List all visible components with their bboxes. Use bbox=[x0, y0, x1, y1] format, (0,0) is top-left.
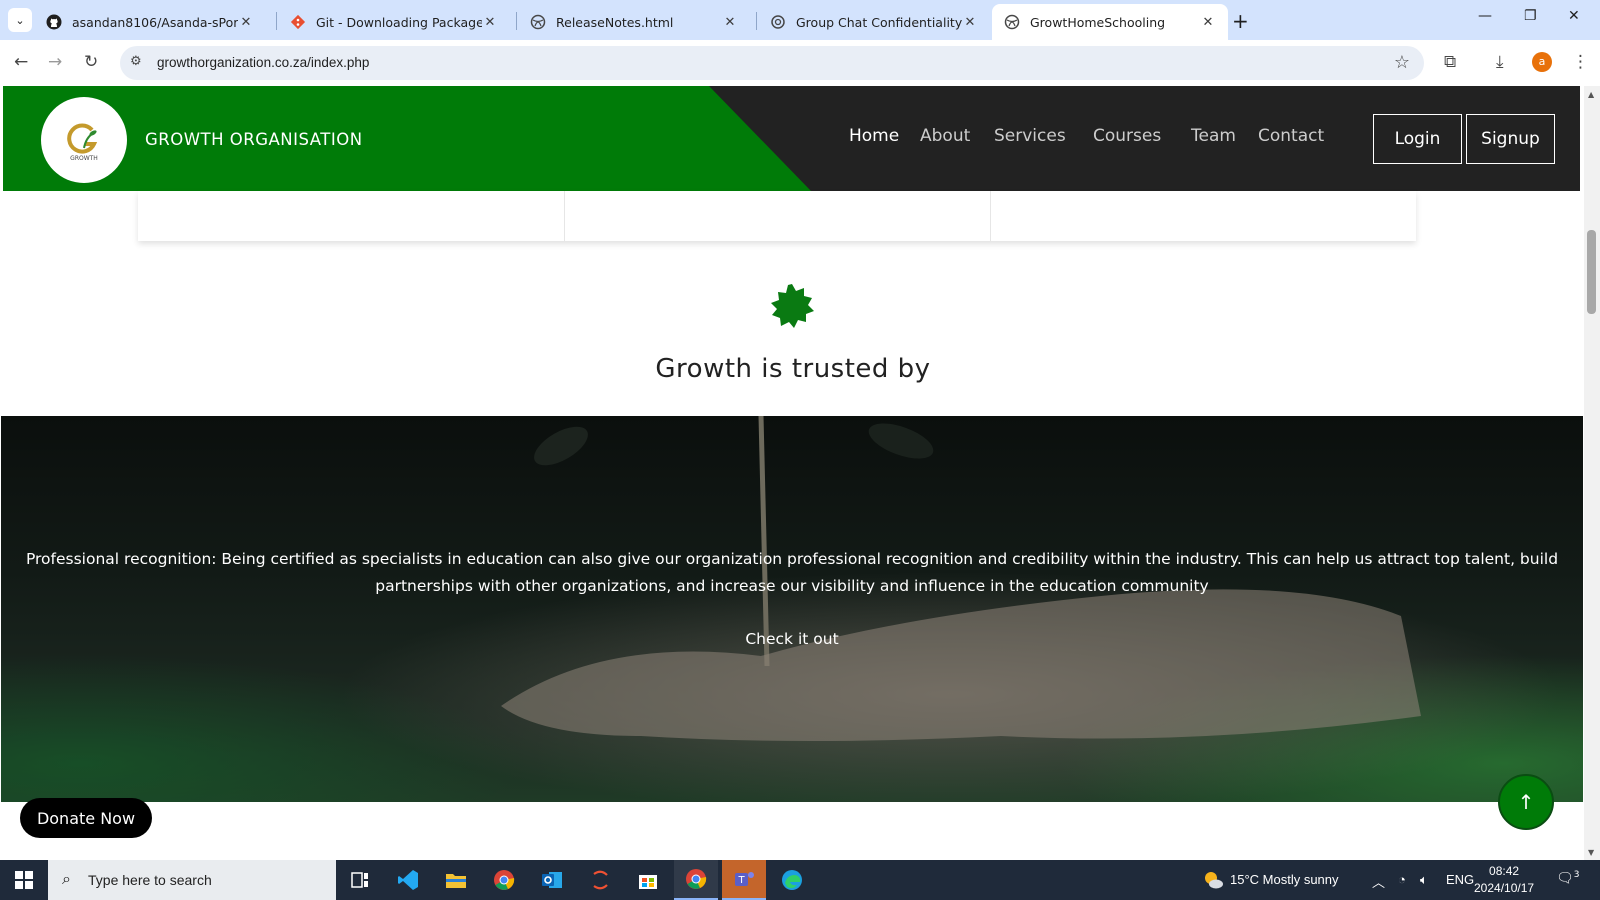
clock-time: 08:42 bbox=[1489, 864, 1520, 878]
site-header: GROWTH GROWTH ORGANISATION Home About Se… bbox=[3, 86, 1580, 191]
download-icon[interactable]: ⤓ bbox=[1496, 52, 1504, 72]
globe-icon bbox=[1004, 14, 1020, 30]
nav-team[interactable]: Team bbox=[1191, 126, 1236, 146]
browser-toolbar: ← → ↻ ⚙ growthorganization.co.za/index.p… bbox=[0, 40, 1600, 86]
search-icon: ⌕ bbox=[62, 869, 71, 888]
edge-icon[interactable] bbox=[770, 860, 814, 900]
taskbar-search[interactable]: ⌕ Type here to search bbox=[48, 860, 336, 900]
git-icon bbox=[290, 14, 306, 30]
nav-home[interactable]: Home bbox=[849, 126, 899, 146]
tab-title: Group Chat Confidentiality bbox=[796, 14, 962, 30]
new-tab-button[interactable]: + bbox=[1232, 9, 1249, 33]
close-icon[interactable]: ✕ bbox=[962, 15, 978, 30]
tab-release-notes[interactable]: ReleaseNotes.html ✕ bbox=[518, 4, 750, 40]
outlook-icon[interactable] bbox=[530, 860, 574, 900]
login-button[interactable]: Login bbox=[1373, 114, 1462, 164]
back-icon[interactable]: ← bbox=[14, 52, 28, 72]
globe-icon bbox=[530, 14, 546, 30]
arrow-up-icon: ↑ bbox=[1517, 790, 1535, 814]
minimize-icon[interactable]: — bbox=[1478, 8, 1492, 24]
scroll-up-arrow[interactable]: ▲ bbox=[1588, 90, 1594, 99]
git-bash-icon[interactable] bbox=[578, 860, 622, 900]
task-view-icon[interactable] bbox=[338, 860, 382, 900]
tab-github[interactable]: asandan8106/Asanda-sPortfolio ✕ bbox=[34, 4, 266, 40]
tab-separator bbox=[276, 12, 277, 30]
scrollbar-thumb[interactable] bbox=[1587, 230, 1596, 314]
section-title: Growth is trusted by bbox=[655, 354, 931, 384]
teams-icon[interactable]: T bbox=[722, 860, 766, 900]
hero-text: Professional recognition: Being certifie… bbox=[25, 550, 1559, 595]
tab-title: GrowtHomeSchooling bbox=[1030, 14, 1166, 30]
taskbar: ⌕ Type here to search T 15°C Mostly sunn… bbox=[0, 860, 1600, 900]
tab-title: Git - Downloading Package bbox=[316, 14, 482, 30]
card-divider bbox=[564, 191, 565, 241]
tab-title: asandan8106/Asanda-sPortfolio bbox=[72, 14, 238, 30]
github-icon bbox=[46, 14, 62, 30]
windows-start-button[interactable] bbox=[0, 860, 48, 900]
close-window-icon[interactable]: ✕ bbox=[1568, 8, 1580, 24]
tab-growt-home-schooling[interactable]: GrowtHomeSchooling ✕ bbox=[992, 4, 1228, 40]
notification-center-icon[interactable]: 🗨︎3 bbox=[1556, 870, 1580, 887]
show-hidden-icons-chevron-icon[interactable]: ︿ bbox=[1372, 872, 1385, 891]
close-icon[interactable]: ✕ bbox=[722, 15, 738, 30]
address-bar[interactable]: ⚙ growthorganization.co.za/index.php ☆ bbox=[120, 46, 1424, 80]
tab-group-chat[interactable]: Group Chat Confidentiality ✕ bbox=[758, 4, 990, 40]
feature-cards bbox=[138, 191, 1416, 241]
extensions-icon[interactable]: ⧉ bbox=[1444, 52, 1456, 72]
weather-icon[interactable] bbox=[1202, 870, 1224, 893]
close-icon[interactable]: ✕ bbox=[238, 15, 254, 30]
tab-separator bbox=[516, 12, 517, 30]
tab-search-button[interactable]: ⌄ bbox=[8, 8, 32, 32]
logo-text: GROWTH bbox=[70, 155, 98, 162]
profile-avatar[interactable]: a bbox=[1532, 52, 1552, 72]
hand-with-seedling-image bbox=[501, 416, 1421, 741]
close-icon[interactable]: ✕ bbox=[1200, 15, 1216, 30]
nav-about[interactable]: About bbox=[920, 126, 970, 146]
svg-text:T: T bbox=[737, 875, 745, 886]
reload-icon[interactable]: ↻ bbox=[84, 52, 98, 72]
clock-date: 2024/10/17 bbox=[1474, 881, 1535, 895]
forward-icon[interactable]: → bbox=[48, 52, 62, 72]
donate-button[interactable]: Donate Now bbox=[20, 798, 152, 838]
nav-courses[interactable]: Courses bbox=[1093, 126, 1161, 146]
volume-icon[interactable]: 🔈︎ bbox=[1420, 872, 1428, 888]
notification-count: 3 bbox=[1573, 870, 1580, 880]
file-explorer-icon[interactable] bbox=[434, 860, 478, 900]
tab-separator bbox=[756, 12, 757, 30]
nav-contact[interactable]: Contact bbox=[1258, 126, 1324, 146]
page-scrollbar[interactable] bbox=[1584, 86, 1600, 860]
scroll-down-arrow[interactable]: ▼ bbox=[1588, 848, 1594, 857]
chatgpt-icon bbox=[770, 14, 786, 30]
network-icon[interactable]: ◔ bbox=[1398, 872, 1406, 887]
clock[interactable]: 08:42 2024/10/17 bbox=[1474, 863, 1534, 897]
close-icon[interactable]: ✕ bbox=[482, 15, 498, 30]
brand-name[interactable]: GROWTH ORGANISATION bbox=[145, 130, 363, 149]
growth-logo-icon: GROWTH bbox=[67, 123, 98, 162]
card-divider bbox=[990, 191, 991, 241]
menu-icon[interactable]: ⋮ bbox=[1572, 52, 1589, 72]
search-placeholder: Type here to search bbox=[88, 872, 212, 888]
tab-title: ReleaseNotes.html bbox=[556, 14, 674, 30]
chrome-icon[interactable] bbox=[482, 860, 526, 900]
site-logo[interactable]: GROWTH bbox=[41, 97, 127, 183]
tab-git[interactable]: Git - Downloading Package ✕ bbox=[278, 4, 510, 40]
bookmark-star-icon[interactable]: ☆ bbox=[1394, 52, 1410, 73]
signup-button[interactable]: Signup bbox=[1466, 114, 1555, 164]
tab-strip: ⌄ asandan8106/Asanda-sPortfolio ✕ Git - … bbox=[0, 0, 1600, 40]
badge-icon bbox=[768, 282, 816, 334]
site-info-icon[interactable]: ⚙ bbox=[130, 54, 142, 69]
url-text[interactable]: growthorganization.co.za/index.php bbox=[157, 55, 369, 70]
language-indicator[interactable]: ENG bbox=[1446, 872, 1474, 887]
weather-text[interactable]: 15°C Mostly sunny bbox=[1230, 872, 1339, 887]
check-it-out-link[interactable]: Check it out bbox=[1, 630, 1583, 648]
nav-services[interactable]: Services bbox=[994, 126, 1066, 146]
hero-banner: Professional recognition: Being certifie… bbox=[1, 416, 1583, 802]
windows-logo-icon bbox=[15, 871, 33, 889]
microsoft-store-icon[interactable] bbox=[626, 860, 670, 900]
vscode-icon[interactable] bbox=[386, 860, 430, 900]
chrome-running-icon[interactable] bbox=[674, 860, 718, 900]
back-to-top-button[interactable]: ↑ bbox=[1498, 774, 1554, 830]
restore-icon[interactable]: ❐ bbox=[1524, 8, 1537, 24]
